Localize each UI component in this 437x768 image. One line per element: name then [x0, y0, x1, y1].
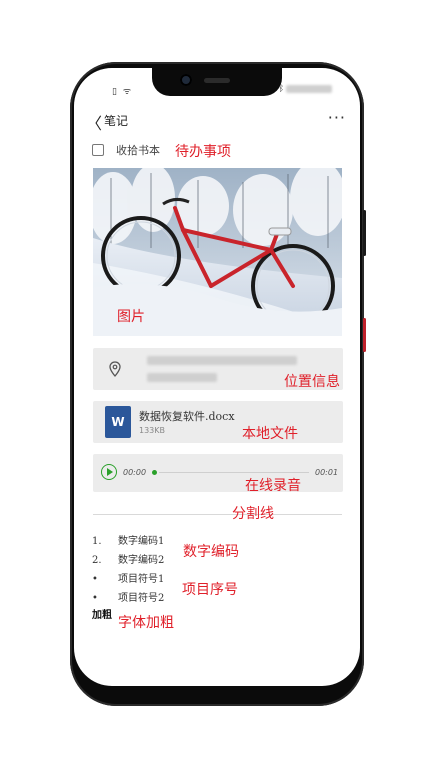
annotation-bold: 字体加粗	[118, 615, 174, 631]
annotation-numbered: 数字编码	[183, 544, 239, 560]
word-document-icon: W	[105, 406, 131, 438]
page-title: 笔记	[104, 114, 129, 128]
annotation-location: 位置信息	[284, 374, 340, 390]
bullet-marker: •	[92, 593, 98, 604]
wifi-icon: ᯤ	[122, 87, 132, 97]
annotation-bullets: 项目序号	[182, 582, 238, 598]
notch	[152, 68, 282, 96]
more-options-icon[interactable]: ···	[328, 108, 346, 127]
sim-icon: ▯	[112, 87, 117, 97]
front-camera	[180, 74, 192, 86]
back-icon[interactable]: 〈	[86, 110, 102, 134]
audio-recording-card: 00:00 00:01	[93, 454, 343, 492]
app-header: 〈 笔记 ···	[74, 108, 360, 134]
bold-text: 加粗	[92, 610, 112, 621]
todo-text: 收拾书本	[116, 144, 160, 157]
bullet-list-item[interactable]: • 项目符号2	[92, 589, 164, 604]
file-attachment-card[interactable]: W 数据恢复软件.docx 133KB	[93, 401, 343, 443]
bluetooth-icon: ᛒ	[278, 84, 284, 94]
list-item-text: 项目符号2	[118, 593, 165, 604]
audio-progress-handle[interactable]	[152, 470, 157, 475]
list-item-text: 数字编码1	[118, 536, 165, 547]
bullet-marker: •	[92, 574, 98, 585]
list-marker: 2.	[92, 555, 102, 566]
annotation-divider: 分割线	[232, 506, 274, 522]
volume-button	[363, 210, 366, 256]
todo-item[interactable]: 收拾书本	[92, 142, 160, 158]
annotation-file: 本地文件	[242, 426, 298, 442]
annotation-audio: 在线录音	[245, 478, 301, 494]
todo-checkbox[interactable]	[92, 144, 104, 156]
annotation-todo: 待办事项	[175, 144, 231, 160]
annotation-image: 图片	[117, 309, 145, 325]
blurred-location-text	[147, 354, 297, 382]
location-pin-icon	[109, 361, 121, 377]
play-icon[interactable]	[101, 464, 117, 480]
status-bar-right: ᛒ	[279, 84, 332, 94]
audio-start-time: 00:00	[123, 468, 147, 477]
list-item-text: 数字编码2	[118, 555, 165, 566]
list-marker: 1.	[92, 536, 102, 547]
numbered-list-item[interactable]: 1. 数字编码1	[92, 532, 164, 547]
earpiece-speaker	[204, 78, 230, 83]
file-name: 数据恢复软件.docx	[139, 410, 235, 423]
list-item-text: 项目符号1	[118, 574, 165, 585]
audio-progress-track[interactable]	[159, 472, 309, 473]
audio-end-time: 00:01	[315, 468, 339, 477]
file-size: 133KB	[139, 426, 166, 435]
bullet-list-item[interactable]: • 项目符号1	[92, 570, 164, 585]
status-bar-left: ▯ ᯤ	[112, 84, 131, 97]
blurred-status-info	[286, 85, 332, 93]
divider-line	[93, 514, 342, 515]
power-button	[363, 318, 366, 352]
numbered-list-item[interactable]: 2. 数字编码2	[92, 551, 164, 566]
